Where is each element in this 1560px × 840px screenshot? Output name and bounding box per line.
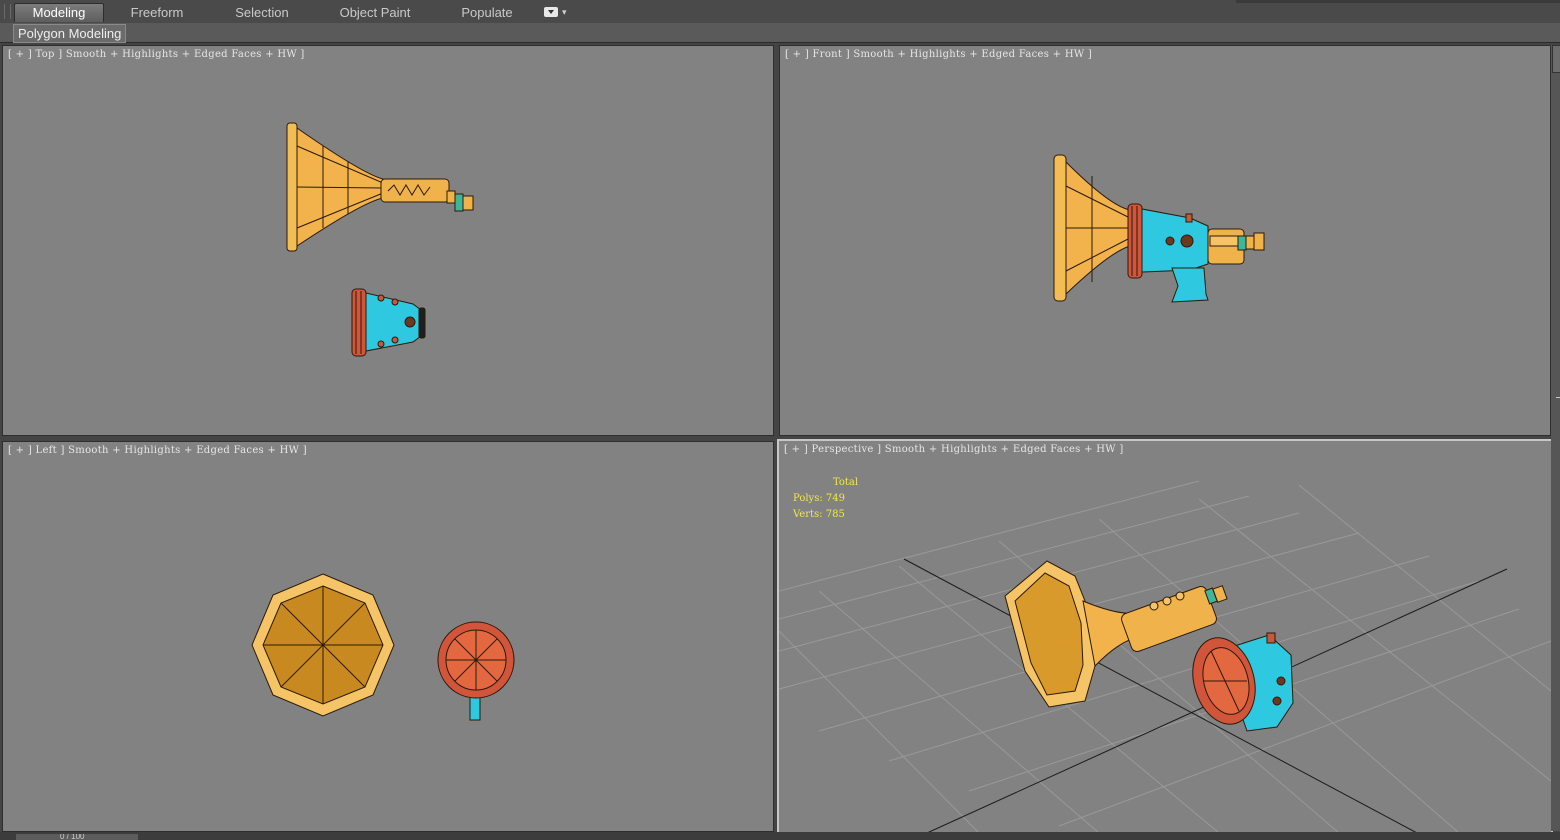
- viewport-perspective-scene: [779, 480, 1551, 833]
- body-model-top: [351, 288, 426, 357]
- horn-model-front: [1053, 154, 1131, 302]
- tab-populate[interactable]: Populate: [450, 4, 524, 22]
- viewport-left[interactable]: [ + ] Left ] Smooth + Highlights + Edged…: [2, 441, 774, 832]
- tab-modeling[interactable]: Modeling: [14, 3, 104, 22]
- scrollbar-thumb[interactable]: [1552, 45, 1560, 73]
- tab-freeform[interactable]: Freeform: [118, 4, 196, 22]
- horn-model-left: [251, 573, 395, 717]
- ribbon-edge: [1236, 0, 1560, 3]
- viewport-left-scene: [251, 573, 515, 721]
- viewport-perspective[interactable]: [ + ] Perspective ] Smooth + Highlights …: [777, 439, 1553, 835]
- tab-selection[interactable]: Selection: [222, 4, 302, 22]
- time-slider[interactable]: 0 / 100: [16, 834, 138, 840]
- perspective-grid: [779, 480, 1551, 833]
- viewport-top[interactable]: [ + ] Top ] Smooth + Highlights + Edged …: [2, 45, 774, 436]
- tab-object-paint[interactable]: Object Paint: [330, 4, 420, 22]
- ribbon-options-icon[interactable]: [544, 7, 558, 17]
- body-model-left: [437, 621, 515, 721]
- viewport-front[interactable]: [ + ] Front ] Smooth + Highlights + Edge…: [779, 45, 1551, 436]
- polygon-modeling-panel-button[interactable]: Polygon Modeling: [13, 24, 127, 43]
- chevron-down-icon[interactable]: ▾: [562, 7, 567, 18]
- ribbon-panel-row: Polygon Modeling: [0, 23, 1560, 43]
- viewport-top-scene: [286, 122, 474, 357]
- body-model-perspective: [1192, 632, 1294, 732]
- ribbon-tabbar: Modeling Freeform Selection Object Paint…: [0, 0, 1560, 24]
- horn-model-top: [286, 122, 474, 252]
- scroll-tick: [1556, 397, 1560, 398]
- ribbon-grip-icon[interactable]: [4, 4, 11, 19]
- bottom-bar: [0, 832, 1560, 840]
- viewport-edge-scrollbar[interactable]: [1551, 45, 1560, 831]
- viewport-front-scene: [1053, 154, 1265, 303]
- body-model-front: [1127, 203, 1265, 303]
